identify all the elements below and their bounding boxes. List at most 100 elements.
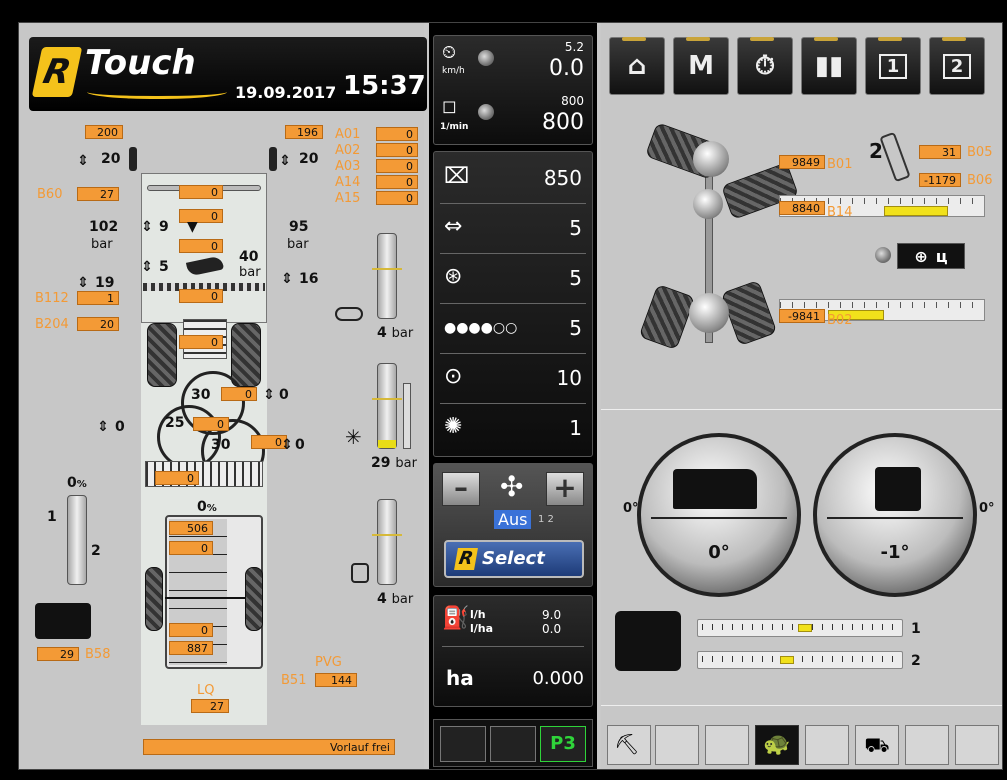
bottom-button-7[interactable] bbox=[905, 725, 949, 765]
label-pvg: PVG bbox=[315, 655, 342, 670]
screen-frame: R Touch 19.09.2017 15:37 200 196 A01 A02… bbox=[0, 0, 1007, 780]
bottom-button-1[interactable]: ⛏ bbox=[607, 725, 651, 765]
fan-minus-button[interactable]: – bbox=[442, 472, 480, 506]
page-2-button[interactable]: 2 bbox=[929, 37, 985, 95]
r-select-button[interactable]: R Select bbox=[444, 540, 584, 578]
ring1-speed: 30 bbox=[191, 387, 211, 403]
steering-mode-button[interactable]: ⊕ ц bbox=[897, 243, 965, 269]
machine-settings-box: ⌧ 850 ⇔ 5 ⊛ 5 ●●●●○○ 5 ⊙ 10 ✺ 1 bbox=[433, 151, 593, 457]
function-key-p3[interactable]: P3 bbox=[540, 726, 586, 762]
ring3-arrow-val: 0 bbox=[295, 437, 305, 453]
steering-mode-led bbox=[875, 247, 891, 263]
value-b02: -9841 bbox=[779, 309, 825, 323]
home-button[interactable]: ⌂ bbox=[609, 37, 665, 95]
terminal-display: R Touch 19.09.2017 15:37 200 196 A01 A02… bbox=[18, 22, 1003, 770]
height-left: 20 bbox=[101, 151, 121, 167]
row-wheel[interactable]: ⊛ 5 bbox=[440, 254, 586, 304]
pressure-slider-2[interactable] bbox=[372, 363, 402, 449]
ring2-speed: 25 bbox=[165, 415, 185, 431]
fan-icon: ✺ bbox=[444, 414, 463, 439]
function-key-bar: P3 bbox=[433, 719, 593, 767]
chain-icon: ⊙ bbox=[444, 364, 463, 389]
slider2-num: 29 bbox=[371, 455, 391, 471]
timer-button[interactable]: ⏱ bbox=[737, 37, 793, 95]
tilt-bar-1-label: 1 bbox=[911, 621, 921, 637]
bottom-button-8[interactable] bbox=[955, 725, 999, 765]
steering-wheel-icon: ⊕ bbox=[914, 246, 928, 266]
speedometer-icon: ⏲ bbox=[442, 42, 457, 63]
ring2-val: 0 bbox=[193, 417, 229, 431]
function-key-1[interactable] bbox=[440, 726, 486, 762]
menu-button[interactable]: M bbox=[673, 37, 729, 95]
label-b204: B204 bbox=[35, 317, 69, 332]
rollers-icon: ●●●●○○ bbox=[444, 320, 518, 336]
ring1-val: 0 bbox=[221, 387, 257, 401]
blower-icon: ✣ bbox=[500, 470, 524, 503]
value-b204: 20 bbox=[77, 317, 119, 331]
label-b02: B02 bbox=[827, 313, 853, 328]
r-select-label: Select bbox=[482, 548, 545, 569]
unloading-conveyor-icon[interactable] bbox=[35, 603, 91, 639]
label-b58: B58 bbox=[85, 647, 111, 662]
rear-tire-right bbox=[245, 567, 263, 631]
statistics-button[interactable]: ▮▮ bbox=[801, 37, 857, 95]
row-chain[interactable]: ⊙ 10 bbox=[440, 354, 586, 404]
value-b58: 29 bbox=[37, 647, 79, 661]
bottom-button-5[interactable] bbox=[805, 725, 849, 765]
row-fan[interactable]: ✺ 1 bbox=[440, 404, 586, 454]
pressure-slider-1[interactable] bbox=[372, 233, 402, 319]
pressure-slider-3[interactable] bbox=[372, 499, 402, 585]
logo-swoosh bbox=[87, 85, 227, 99]
rear-right-tire bbox=[720, 279, 778, 347]
row-wheel-value: 5 bbox=[569, 266, 582, 290]
height-arrow-right-icon: ⇕ bbox=[279, 153, 291, 169]
bottom-button-6[interactable]: ⛟ bbox=[855, 725, 899, 765]
label-b14: B14 bbox=[827, 205, 853, 220]
chassis-panel: ⌂ M ⏱ ▮▮ 1 2 9849 B01 2 31 B05 -1179 B06… bbox=[601, 23, 1002, 769]
row-rollers[interactable]: ●●●●○○ 5 bbox=[440, 304, 586, 354]
elevator-val: 0 bbox=[179, 335, 223, 349]
axle-sensor-icon bbox=[879, 131, 911, 183]
speed-led bbox=[478, 50, 494, 66]
value-a02: 0 bbox=[376, 143, 418, 157]
label-a15: A15 bbox=[335, 191, 361, 206]
turtle-mode-button[interactable]: 🐢 bbox=[755, 725, 799, 765]
value-box-196: 196 bbox=[285, 125, 323, 139]
page-1-icon: 1 bbox=[878, 53, 908, 79]
page-1-button[interactable]: 1 bbox=[865, 37, 921, 95]
fan-plus-button[interactable]: + bbox=[546, 472, 584, 506]
function-key-2[interactable] bbox=[490, 726, 536, 762]
value-b01: 9849 bbox=[779, 155, 825, 169]
rear-left-tire bbox=[638, 283, 696, 351]
intake-width-icon: ⇔ bbox=[444, 214, 463, 239]
tank-percent: 0% bbox=[197, 499, 217, 515]
header-bar: R Touch 19.09.2017 15:37 bbox=[29, 37, 427, 111]
cleaning-val: 0 bbox=[155, 471, 199, 485]
arrow-5-value: 5 bbox=[159, 259, 169, 275]
bottom-button-3[interactable] bbox=[705, 725, 749, 765]
bunker-fill-percent: 0% bbox=[67, 475, 87, 491]
value-a01: 0 bbox=[376, 127, 418, 141]
row-topper[interactable]: ⌧ 850 bbox=[440, 154, 586, 204]
harvester-lift-icon: ⛏ bbox=[614, 732, 640, 756]
fan-control-box: – ✣ + Aus 1 2 R Select bbox=[433, 463, 593, 587]
speed-rpm-box: ⏲ km/h 5.2 0.0 ◻ 1/min 800 800 bbox=[433, 35, 593, 145]
front-tire-left bbox=[147, 323, 177, 387]
beater-pressure: 40 bbox=[239, 249, 259, 265]
row-intake[interactable]: ⇔ 5 bbox=[440, 204, 586, 254]
longitudinal-tilt-value: 0° bbox=[708, 542, 730, 563]
speed-value: 0.0 bbox=[549, 56, 584, 81]
row-topper-value: 850 bbox=[543, 166, 582, 190]
bottom-button-2[interactable] bbox=[655, 725, 699, 765]
depth-wheel-left bbox=[129, 147, 137, 171]
ring1-arrow-val: 0 bbox=[279, 387, 289, 403]
crab-steer-icon: ц bbox=[935, 246, 948, 266]
arrow-9-value: 9 bbox=[159, 219, 169, 235]
tank-val-2: 0 bbox=[169, 541, 213, 555]
slider2-side-bar bbox=[403, 383, 411, 449]
tank-lid-icon bbox=[351, 563, 369, 583]
ring1-arrow-icon: ⇕ bbox=[263, 387, 275, 403]
chain-val-1: 0 bbox=[179, 185, 223, 199]
row-chain-value: 10 bbox=[556, 366, 582, 390]
rpm-setpoint: 800 bbox=[561, 94, 584, 108]
